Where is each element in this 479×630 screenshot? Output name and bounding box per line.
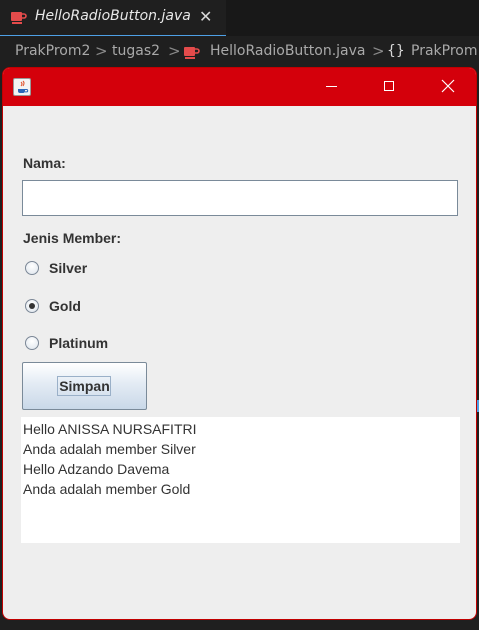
java-app-window: Nama: Jenis Member: Silver Gold Platinum… — [2, 67, 477, 620]
breadcrumb: PrakProm2 > tugas2 > HelloRadioButton.ja… — [0, 36, 479, 68]
tab-title: HelloRadioButton.java — [35, 8, 191, 24]
chevron-right-icon: > — [95, 42, 108, 60]
minimize-icon — [326, 86, 337, 87]
java-app-icon — [13, 78, 31, 96]
radio-button-unselected[interactable] — [25, 261, 39, 275]
breadcrumb-item-class[interactable]: PrakProm — [411, 43, 478, 59]
editor-tab-hello-radio-button[interactable]: HelloRadioButton.java ✕ — [0, 0, 226, 36]
name-label: Nama: — [23, 155, 66, 171]
output-line: Anda adalah member Silver — [23, 441, 196, 457]
output-text-area[interactable]: Hello ANISSA NURSAFITRI Anda adalah memb… — [21, 417, 460, 543]
radio-gold-label: Gold — [49, 298, 81, 314]
breadcrumb-item-prakprom2[interactable]: PrakProm2 — [15, 43, 90, 59]
window-titlebar[interactable] — [3, 68, 476, 106]
editor-tab-bar: HelloRadioButton.java ✕ — [0, 0, 479, 36]
maximize-icon — [384, 81, 394, 91]
output-line: Hello Adzando Davema — [23, 461, 170, 477]
java-file-icon — [184, 47, 200, 59]
close-icon — [441, 79, 455, 93]
chevron-right-icon: > — [372, 42, 385, 60]
close-window-button[interactable] — [419, 68, 476, 106]
save-button-label: Simpan — [59, 378, 110, 394]
radio-platinum-label: Platinum — [49, 335, 109, 351]
close-icon[interactable]: ✕ — [199, 8, 212, 26]
name-input[interactable] — [22, 180, 458, 216]
output-line: Hello ANISSA NURSAFITRI — [23, 421, 197, 437]
breadcrumb-item-file[interactable]: HelloRadioButton.java — [210, 43, 366, 59]
save-button[interactable]: Simpan — [22, 362, 147, 410]
maximize-button[interactable] — [361, 68, 419, 106]
java-file-icon — [11, 12, 27, 24]
radio-silver-label: Silver — [49, 260, 88, 276]
breadcrumb-item-tugas2[interactable]: tugas2 — [112, 43, 160, 59]
braces-icon: {} — [387, 43, 405, 59]
radio-button-unselected[interactable] — [25, 336, 39, 350]
chevron-right-icon: > — [168, 42, 181, 60]
output-line: Anda adalah member Gold — [23, 481, 191, 497]
radio-dot-icon — [29, 303, 35, 309]
minimize-button[interactable] — [303, 68, 361, 106]
radio-button-selected[interactable] — [25, 299, 39, 313]
member-type-label: Jenis Member: — [23, 230, 122, 246]
